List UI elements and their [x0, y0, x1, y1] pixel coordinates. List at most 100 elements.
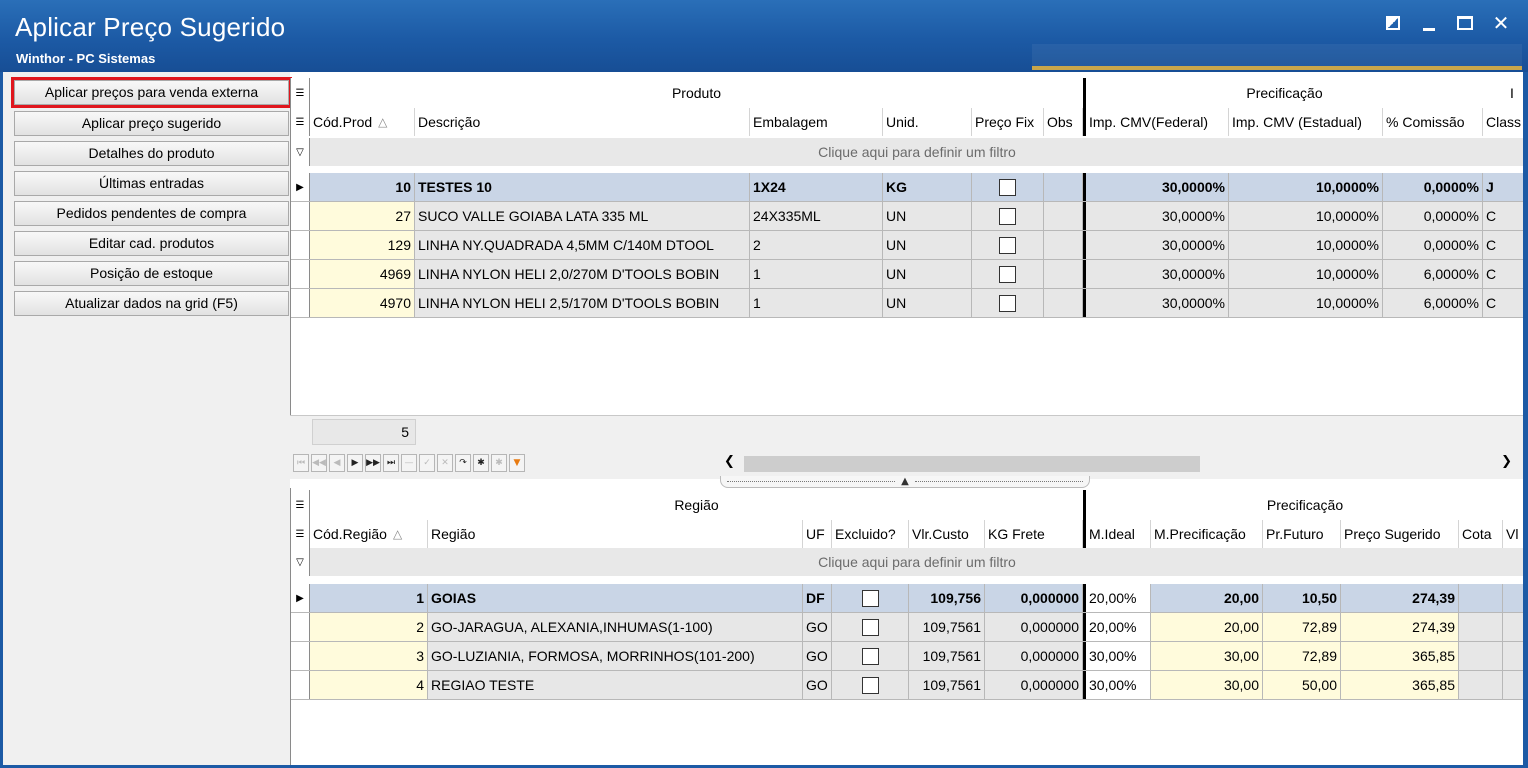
pending-orders-button[interactable]: Pedidos pendentes de compra — [14, 201, 289, 226]
cell-m-precificacao[interactable]: 30,00 — [1151, 642, 1263, 670]
column-chooser-icon[interactable]: ☰ — [291, 108, 310, 136]
table-row[interactable]: 27 SUCO VALLE GOIABA LATA 335 ML 24X335M… — [291, 202, 1523, 231]
horizontal-scrollbar[interactable]: ❮ ❯ — [720, 454, 1518, 474]
refresh-icon[interactable]: ↷ — [455, 454, 471, 472]
cancel-record-button[interactable]: ✕ — [437, 454, 453, 472]
products-filter-row[interactable]: ▽ Clique aqui para definir um filtro — [291, 138, 1523, 166]
scroll-thumb[interactable] — [744, 456, 1200, 472]
cell-m-precificacao[interactable]: 20,00 — [1151, 613, 1263, 641]
col-pr-futuro[interactable]: Pr.Futuro — [1263, 520, 1341, 548]
col-cod-prod[interactable]: Cód.Prod △ — [310, 108, 415, 136]
apply-external-prices-button[interactable]: Aplicar preços para venda externa — [11, 77, 292, 108]
col-m-precificacao[interactable]: M.Precificação — [1151, 520, 1263, 548]
filter-button-icon[interactable]: ▼ — [509, 454, 525, 472]
delete-record-button[interactable]: — — [401, 454, 417, 472]
cell-cod-regiao: 1 — [310, 584, 428, 612]
scroll-right-icon[interactable]: ❯ — [1501, 454, 1512, 469]
excluido-checkbox[interactable] — [861, 676, 879, 694]
restore-button[interactable] — [1382, 12, 1404, 34]
post-record-button[interactable]: ✓ — [419, 454, 435, 472]
col-descricao[interactable]: Descrição — [415, 108, 750, 136]
prev-record-button[interactable]: ◀ — [329, 454, 345, 472]
bookmark-icon[interactable]: ✱ — [473, 454, 489, 472]
cell-m-ideal[interactable]: 20,00% — [1083, 613, 1151, 641]
products-filter-text[interactable]: Clique aqui para definir um filtro — [310, 138, 1523, 166]
col-cod-regiao[interactable]: Cód.Região △ — [310, 520, 428, 548]
cell-vlr-custo: 109,7561 — [909, 613, 985, 641]
table-row[interactable]: 2 GO-JARAGUA, ALEXANIA,INHUMAS(1-100) GO… — [291, 613, 1523, 642]
cell-m-precificacao[interactable]: 30,00 — [1151, 671, 1263, 699]
table-row[interactable]: ▶ 10 TESTES 10 1X24 KG 30,0000% 10,0000%… — [291, 173, 1523, 202]
cell-preco-sugerido[interactable]: 274,39 — [1341, 613, 1459, 641]
cell-comissao: 0,0000% — [1383, 173, 1483, 201]
col-uf[interactable]: UF — [803, 520, 832, 548]
table-row[interactable]: 4 REGIAO TESTE GO 109,7561 0,000000 30,0… — [291, 671, 1523, 700]
table-row[interactable]: ▶ 1 GOIAS DF 109,756 0,000000 20,00% 20,… — [291, 584, 1523, 613]
col-excluido[interactable]: Excluido? — [832, 520, 909, 548]
restore-icon — [1386, 16, 1400, 30]
table-row[interactable]: 4970 LINHA NYLON HELI 2,5/170M D'TOOLS B… — [291, 289, 1523, 318]
preco-fix-checkbox[interactable] — [999, 207, 1016, 225]
cell-comissao: 0,0000% — [1383, 231, 1483, 259]
columns-menu-icon[interactable]: ☰ — [291, 78, 310, 108]
last-page-button[interactable]: ⏭ — [383, 454, 399, 472]
last-entries-button[interactable]: Últimas entradas — [14, 171, 289, 196]
table-row[interactable]: 129 LINHA NY.QUADRADA 4,5MM C/140M DTOOL… — [291, 231, 1523, 260]
cell-pr-futuro[interactable]: 50,00 — [1263, 671, 1341, 699]
scroll-left-icon[interactable]: ❮ — [724, 454, 735, 469]
preco-fix-checkbox[interactable] — [999, 294, 1016, 312]
grid-splitter[interactable]: ▲ — [720, 476, 1090, 488]
regions-filter-row[interactable]: ▽ Clique aqui para definir um filtro — [291, 548, 1523, 576]
col-obs[interactable]: Obs — [1044, 108, 1083, 136]
goto-bookmark-icon[interactable]: ✱ — [491, 454, 507, 472]
apply-suggested-price-button[interactable]: Aplicar preço sugerido — [14, 111, 289, 136]
cell-preco-sugerido[interactable]: 365,85 — [1341, 671, 1459, 699]
next-page-button[interactable]: ▶▶ — [365, 454, 381, 472]
col-comissao[interactable]: % Comissão — [1383, 108, 1483, 136]
minimize-button[interactable] — [1418, 12, 1440, 34]
cell-excluido — [832, 642, 909, 670]
product-details-button[interactable]: Detalhes do produto — [14, 141, 289, 166]
table-row[interactable]: 3 GO-LUZIANIA, FORMOSA, MORRINHOS(101-20… — [291, 642, 1523, 671]
col-imp-federal[interactable]: Imp. CMV(Federal) — [1083, 108, 1229, 136]
col-cota[interactable]: Cota — [1459, 520, 1503, 548]
cell-m-ideal[interactable]: 30,00% — [1083, 671, 1151, 699]
regions-filter-text[interactable]: Clique aqui para definir um filtro — [310, 548, 1523, 576]
col-preco-sugerido[interactable]: Preço Sugerido — [1341, 520, 1459, 548]
col-class[interactable]: Class — [1483, 108, 1523, 136]
excluido-checkbox[interactable] — [861, 647, 879, 665]
maximize-button[interactable] — [1454, 12, 1476, 34]
col-preco-fix[interactable]: Preço Fix — [972, 108, 1044, 136]
cell-vl — [1503, 613, 1523, 641]
close-button[interactable]: ✕ — [1490, 12, 1512, 34]
cell-m-ideal[interactable]: 30,00% — [1083, 642, 1151, 670]
next-record-button[interactable]: ▶ — [347, 454, 363, 472]
col-embalagem[interactable]: Embalagem — [750, 108, 883, 136]
cell-vlr-custo: 109,7561 — [909, 671, 985, 699]
col-kg-frete[interactable]: KG Frete — [985, 520, 1083, 548]
preco-fix-checkbox[interactable] — [999, 178, 1016, 196]
cell-m-ideal[interactable]: 20,00% — [1083, 584, 1151, 612]
prev-page-button[interactable]: ◀◀ — [311, 454, 327, 472]
title-accent-bar — [1032, 66, 1522, 70]
preco-fix-checkbox[interactable] — [999, 265, 1016, 283]
cell-pr-futuro[interactable]: 72,89 — [1263, 613, 1341, 641]
preco-fix-checkbox[interactable] — [999, 236, 1016, 254]
col-unid[interactable]: Unid. — [883, 108, 972, 136]
col-vl[interactable]: Vl — [1503, 520, 1523, 548]
col-imp-estadual[interactable]: Imp. CMV (Estadual) — [1229, 108, 1383, 136]
column-chooser-icon[interactable]: ☰ — [291, 520, 310, 548]
refresh-grid-button[interactable]: Atualizar dados na grid (F5) — [14, 291, 289, 316]
col-regiao[interactable]: Região — [428, 520, 803, 548]
cell-preco-sugerido[interactable]: 365,85 — [1341, 642, 1459, 670]
col-vlr-custo[interactable]: Vlr.Custo — [909, 520, 985, 548]
excluido-checkbox[interactable] — [861, 618, 879, 636]
table-row[interactable]: 4969 LINHA NYLON HELI 2,0/270M D'TOOLS B… — [291, 260, 1523, 289]
cell-pr-futuro[interactable]: 72,89 — [1263, 642, 1341, 670]
excluido-checkbox[interactable] — [861, 589, 879, 607]
col-m-ideal[interactable]: M.Ideal — [1083, 520, 1151, 548]
columns-menu-icon[interactable]: ☰ — [291, 490, 310, 520]
edit-products-button[interactable]: Editar cad. produtos — [14, 231, 289, 256]
stock-position-button[interactable]: Posição de estoque — [14, 261, 289, 286]
first-page-button[interactable]: ⏮ — [293, 454, 309, 472]
